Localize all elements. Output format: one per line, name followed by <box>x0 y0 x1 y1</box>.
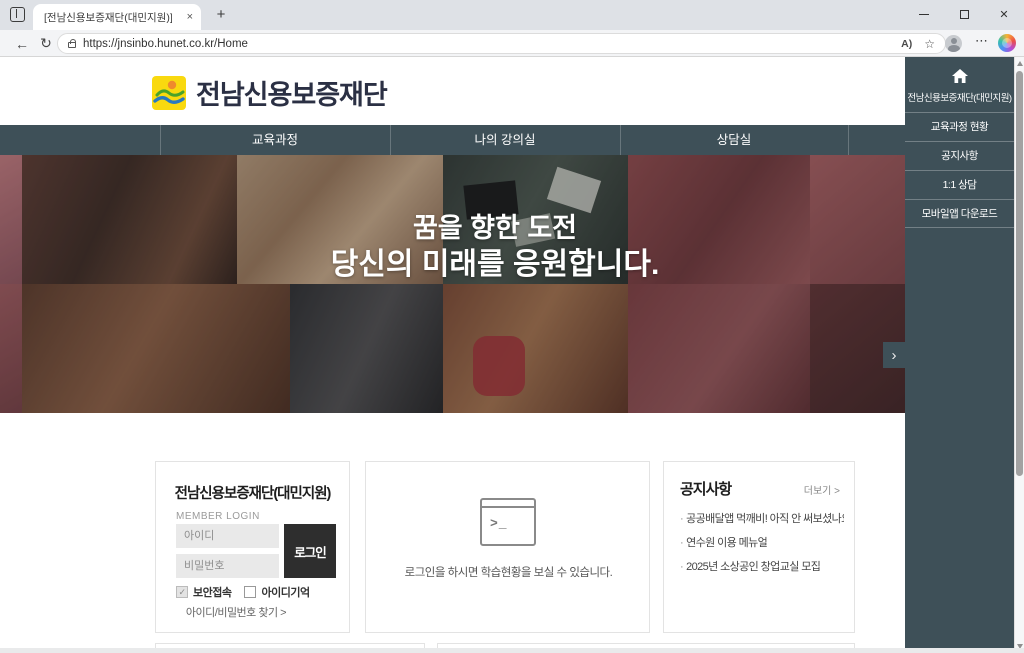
foundation-logo-icon <box>152 76 186 110</box>
bullet-icon: · <box>680 537 683 549</box>
login-panel-title: 전남신용보증재단(대민지원) <box>156 482 349 503</box>
sidebar-home-link[interactable]: 전남신용보증재단(대민지원) <box>905 57 1014 112</box>
sidebar-item-notice[interactable]: 공지사항 <box>905 141 1014 170</box>
login-options-row: ✓ 보안접속 아이디기억 <box>176 584 310 600</box>
copilot-icon[interactable] <box>998 34 1016 52</box>
find-id-password-link[interactable]: 아이디/비밀번호 찾기 > <box>156 604 316 620</box>
close-button[interactable]: ✕ <box>984 0 1024 29</box>
browser-toolbar: ← ↻ https://jnsinbo.hunet.co.kr/Home A) … <box>0 30 1024 57</box>
hero-slogan-line1: 꿈을 향한 도전 <box>80 211 905 245</box>
sidebar-menu: 교육과정 현황 공지사항 1:1 상담 모바일앱 다운로드 <box>905 112 1014 228</box>
notice-item-text: 공공배달앱 먹깨비! 아직 안 써보셨나요?? <box>686 513 844 525</box>
sidebar-item-mobile-app[interactable]: 모바일앱 다운로드 <box>905 199 1014 228</box>
viewport-bottom-strip <box>0 648 1024 653</box>
refresh-button[interactable]: ↻ <box>36 34 56 54</box>
maximize-icon <box>960 10 969 19</box>
terminal-window-icon: >_ <box>480 498 536 546</box>
terminal-prompt-glyph: >_ <box>490 516 508 531</box>
browser-menu-icon[interactable]: ⋯ <box>975 33 988 49</box>
address-bar[interactable]: https://jnsinbo.hunet.co.kr/Home A) ☆ <box>57 33 946 54</box>
profile-avatar-icon[interactable] <box>945 35 962 52</box>
hero-slogan-line2: 당신의 미래를 응원합니다. <box>80 245 905 285</box>
browser-tab[interactable]: [전남신용보증재단(대민지원)] 사이 × <box>33 4 201 30</box>
hero-slogan: 꿈을 향한 도전 당신의 미래를 응원합니다. <box>80 211 905 285</box>
minimize-icon <box>919 14 929 15</box>
browser-titlebar: [전남신용보증재단(대민지원)] 사이 × + ✕ <box>0 0 1024 30</box>
notice-list: ·공공배달앱 먹깨비! 아직 안 써보셨나요?? ·연수원 이용 메뉴얼 ·20… <box>680 507 844 579</box>
favorite-star-icon[interactable]: ☆ <box>924 37 935 51</box>
new-tab-button[interactable]: + <box>212 6 230 24</box>
notice-item-text: 연수원 이용 메뉴얼 <box>686 537 767 549</box>
nav-separator <box>848 125 849 155</box>
notice-panel: 공지사항 더보기 > ·공공배달앱 먹깨비! 아직 안 써보셨나요?? ·연수원… <box>663 461 855 633</box>
lock-icon <box>68 42 76 48</box>
page-scrollbar[interactable] <box>1014 57 1024 653</box>
remember-id-label: 아이디기억 <box>261 584 309 600</box>
sidebar-item-1to1-counsel[interactable]: 1:1 상담 <box>905 170 1014 199</box>
secure-connection-checkbox[interactable]: ✓ <box>176 586 188 598</box>
nav-item-courses[interactable]: 교육과정 <box>160 125 390 155</box>
tab-actions-icon[interactable] <box>10 7 25 22</box>
site-name: 전남신용보증재단 <box>196 73 387 112</box>
scrollbar-up-arrow-icon[interactable] <box>1017 61 1023 66</box>
hero-next-button[interactable]: › <box>883 342 905 368</box>
secure-connection-label: 보안접속 <box>193 584 231 600</box>
notice-list-item[interactable]: ·2025년 소상공인 창업교실 모집 <box>680 555 844 579</box>
sidebar-home-label: 전남신용보증재단(대민지원) <box>905 90 1014 104</box>
notice-header: 공지사항 더보기 > <box>680 478 840 499</box>
address-bar-actions: A) ☆ <box>901 37 935 51</box>
notice-list-item[interactable]: ·연수원 이용 메뉴얼 <box>680 531 844 555</box>
bullet-icon: · <box>680 561 683 573</box>
nav-item-counsel[interactable]: 상담실 <box>620 125 848 155</box>
quick-sidebar: 전남신용보증재단(대민지원) 교육과정 현황 공지사항 1:1 상담 모바일앱 … <box>905 57 1014 648</box>
member-login-label: MEMBER LOGIN <box>176 511 349 522</box>
notice-item-text: 2025년 소상공인 창업교실 모집 <box>686 561 820 573</box>
remember-id-checkbox[interactable] <box>244 586 256 598</box>
home-icon <box>952 69 968 83</box>
nav-item-my-classroom[interactable]: 나의 강의실 <box>390 125 620 155</box>
page-content: 전남신용보증재단 교육과정 나의 강의실 상담실 꿈을 향한 도전 당신의 미래… <box>0 57 1024 653</box>
tab-close-icon[interactable]: × <box>187 12 193 23</box>
minimize-button[interactable] <box>904 0 944 29</box>
login-panel: 전남신용보증재단(대민지원) MEMBER LOGIN 로그인 ✓ 보안접속 아… <box>155 461 350 633</box>
sidebar-item-course-status[interactable]: 교육과정 현황 <box>905 112 1014 141</box>
learning-status-panel: >_ 로그인을 하시면 학습현황을 보실 수 있습니다. <box>365 461 650 633</box>
tab-title: [전남신용보증재단(대민지원)] 사이 <box>44 10 172 25</box>
login-password-input[interactable] <box>176 554 279 578</box>
maximize-button[interactable] <box>944 0 984 29</box>
login-button[interactable]: 로그인 <box>284 524 336 578</box>
login-id-input[interactable] <box>176 524 279 548</box>
read-aloud-icon[interactable]: A) <box>901 38 912 50</box>
url-text[interactable]: https://jnsinbo.hunet.co.kr/Home <box>83 38 248 50</box>
notice-list-item[interactable]: ·공공배달앱 먹깨비! 아직 안 써보셨나요?? <box>680 507 844 531</box>
scrollbar-thumb[interactable] <box>1016 71 1023 476</box>
notice-title: 공지사항 <box>680 478 731 499</box>
site-logo[interactable]: 전남신용보증재단 <box>152 73 387 112</box>
bullet-icon: · <box>680 513 683 525</box>
learning-status-message: 로그인을 하시면 학습현황을 보실 수 있습니다. <box>366 564 651 580</box>
back-button[interactable]: ← <box>12 34 32 54</box>
window-controls: ✕ <box>904 0 1024 29</box>
site-header: 전남신용보증재단 <box>0 57 905 125</box>
hero-banner: 꿈을 향한 도전 당신의 미래를 응원합니다. › <box>0 155 905 413</box>
main-nav: 교육과정 나의 강의실 상담실 <box>0 125 905 155</box>
notice-more-link[interactable]: 더보기 > <box>804 482 840 497</box>
